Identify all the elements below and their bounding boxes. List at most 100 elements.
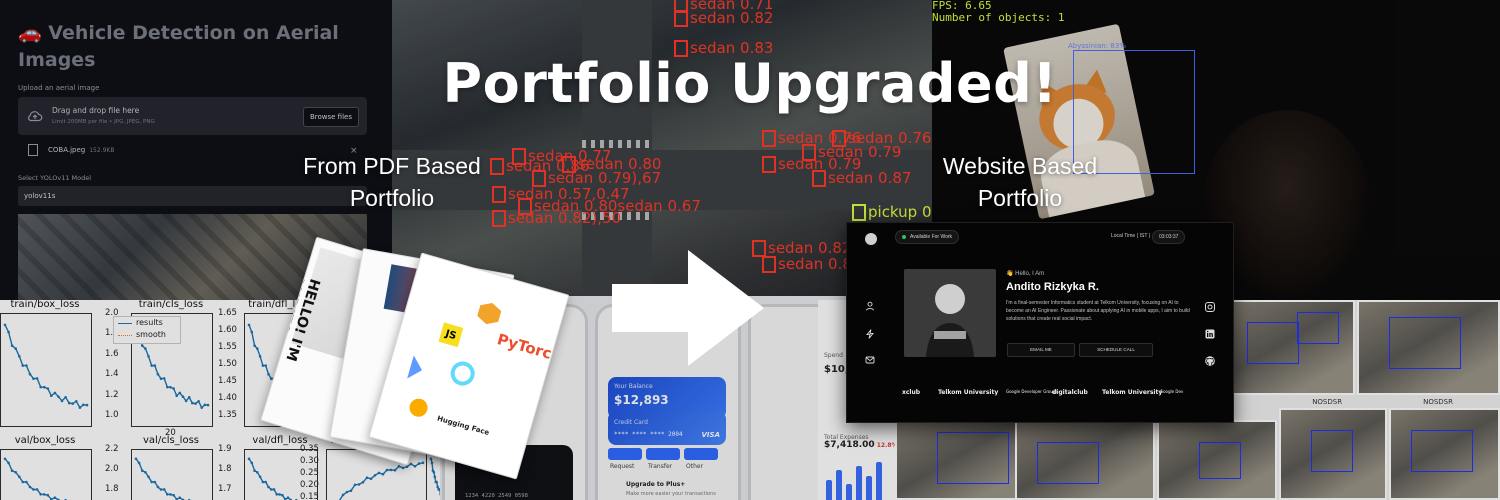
data-point [21,364,25,367]
data-point [281,493,284,497]
email-me-label: EMAIL ME [1030,347,1052,352]
request-label: Request [610,463,635,470]
other-button[interactable] [684,448,718,460]
data-point [203,403,207,407]
data-point [253,469,256,472]
data-point [53,496,57,499]
data-point [141,469,144,472]
data-point [172,387,175,390]
data-point [162,488,166,491]
data-point [197,400,200,403]
legend-entry: smooth [114,329,180,341]
data-point [18,475,21,479]
data-point [258,475,262,479]
github-icon[interactable] [1204,355,1216,367]
data-point [261,480,265,484]
data-point [18,355,21,358]
y-tick-label: 1.65 [218,308,237,318]
logo-google-dev: Google Dev [1160,389,1184,394]
data-point [250,330,254,334]
data-point [147,475,150,479]
data-point [134,457,138,461]
chart-title: train/cls_loss [138,300,204,310]
data-point [247,457,251,461]
y-tick-label: 1.4 [105,369,119,380]
data-point [365,476,369,479]
email-me-button[interactable]: EMAIL ME [1007,343,1075,357]
data-point [206,403,210,407]
credit-card-label: Credit Card [614,419,648,426]
data-point [250,461,254,465]
data-point [432,471,436,474]
vehicle-detection-label: sedan 0.82),50 [492,210,621,227]
linkedin-icon[interactable] [1204,328,1216,340]
data-point [357,483,361,486]
request-button[interactable] [608,448,642,460]
logo-telkom-1: Telkom University [938,389,999,396]
data-point [267,372,270,376]
huggingface-label: Hugging Face [436,414,491,437]
loss-chart: train/box_loss [0,300,92,427]
chart-title: val/cls_loss [143,435,199,446]
transfer-button[interactable] [646,448,680,460]
data-point [156,372,160,376]
data-point [28,372,32,376]
data-point [433,475,437,479]
data-point [178,496,182,499]
y-tick-label: 0.30 [300,456,319,466]
data-point [28,485,32,489]
data-point [67,401,71,405]
data-point [256,347,259,350]
status-dot [902,234,906,239]
data-point [35,377,39,380]
balance-label: Your Balance [614,383,653,390]
logo-telkom-2: Telkom University [1102,389,1163,396]
chart-legend: results smooth [113,316,181,344]
data-point [435,480,438,484]
data-point [272,488,276,491]
flutter-icon [407,355,426,382]
legend-entry: results [114,317,180,329]
uploaded-file-row: COBA.jpeg 152.9KB [28,144,114,156]
data-point [150,364,153,367]
right-arrow-icon [612,250,764,366]
caption-left: From PDF Based Portfolio [303,153,481,211]
data-point [159,488,163,491]
mail-icon[interactable] [865,355,875,365]
user-icon[interactable] [865,301,875,311]
data-point [405,465,409,468]
data-point [144,471,147,474]
upgrade-title: Upgrade to Plus+ [626,481,686,488]
schedule-call-button[interactable]: SCHEDULE CALL [1079,343,1153,357]
data-point [385,468,389,472]
data-point [144,347,147,350]
results-series [338,462,424,500]
chart-title: train/box_loss [10,300,80,310]
results-series [4,458,67,500]
loss-chart: val/box_loss [0,435,92,500]
portfolio-banner: 🚗 Vehicle Detection on Aerial Images Upl… [0,0,1500,500]
logo-xclub: xclub [902,389,921,396]
website-mockup: Available For Work Local Time ( IST ) 03… [846,222,1234,423]
site-logo-avatar[interactable] [865,233,877,245]
data-point [162,377,166,380]
data-point [153,364,157,367]
data-point [184,399,188,403]
data-point [181,395,185,398]
data-point [187,396,191,399]
data-point [247,323,251,327]
data-point [264,364,267,367]
y-tick-label: 1.8 [105,484,119,494]
objects-count-text: Number of objects: 1 [932,11,1065,24]
data-point [345,490,349,494]
data-point [270,488,273,491]
data-point [159,377,163,380]
data-point [430,461,434,465]
total-expenses-value: $7,418.00 12.8% [824,440,898,450]
instagram-icon[interactable] [1204,301,1216,313]
data-point [10,469,14,472]
spending-label: Spend [824,352,843,359]
hello-text: 👋 Hello, I Am [1006,271,1045,277]
data-point [409,462,413,466]
lightning-icon[interactable] [865,329,875,339]
